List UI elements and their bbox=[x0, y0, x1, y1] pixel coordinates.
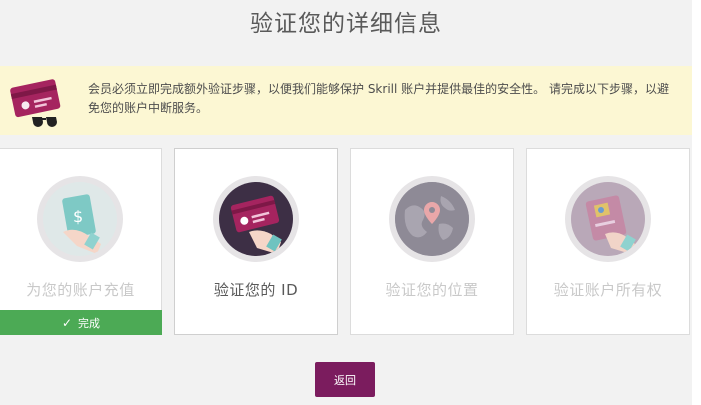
svg-text:$: $ bbox=[73, 207, 83, 226]
id-card-icon bbox=[230, 195, 282, 254]
credit-card-sunglasses-icon bbox=[10, 79, 61, 127]
step-complete-badge: ✓ 完成 bbox=[0, 310, 162, 335]
checkmark-icon: ✓ bbox=[61, 315, 73, 330]
page-title: 验证您的详细信息 bbox=[250, 11, 442, 37]
step-card-deposit: $ 为您的账户充值 ✓ 完成 bbox=[0, 148, 162, 335]
back-button[interactable]: 返回 bbox=[315, 362, 375, 397]
step-icon-ring bbox=[565, 176, 651, 262]
notice-banner: 会员必须立即完成额外验证步骤，以便我们能够保护 Skrill 账户并提供最佳的安… bbox=[0, 66, 692, 135]
window-edge bbox=[692, 0, 701, 405]
step-icon-ring bbox=[389, 176, 475, 262]
step-label: 验证账户所有权 bbox=[553, 281, 663, 299]
step-icon-ring bbox=[213, 176, 299, 262]
step-card-verify-id[interactable]: 验证您的 ID bbox=[174, 148, 338, 335]
globe-location-icon bbox=[395, 182, 469, 256]
notice-text: 会员必须立即完成额外验证步骤，以便我们能够保护 Skrill 账户并提供最佳的安… bbox=[88, 82, 669, 115]
step-card-verify-location: 验证您的位置 bbox=[350, 148, 514, 335]
step-card-verify-ownership: 验证账户所有权 bbox=[526, 148, 690, 335]
step-status-label: 完成 bbox=[78, 316, 101, 330]
step-label: 验证您的 ID bbox=[213, 281, 299, 299]
card-ownership-icon bbox=[585, 195, 636, 254]
deposit-money-icon: $ bbox=[62, 194, 101, 254]
step-label: 为您的账户充值 bbox=[26, 281, 135, 299]
step-label: 验证您的位置 bbox=[385, 281, 479, 299]
step-icon-ring: $ bbox=[37, 176, 123, 262]
